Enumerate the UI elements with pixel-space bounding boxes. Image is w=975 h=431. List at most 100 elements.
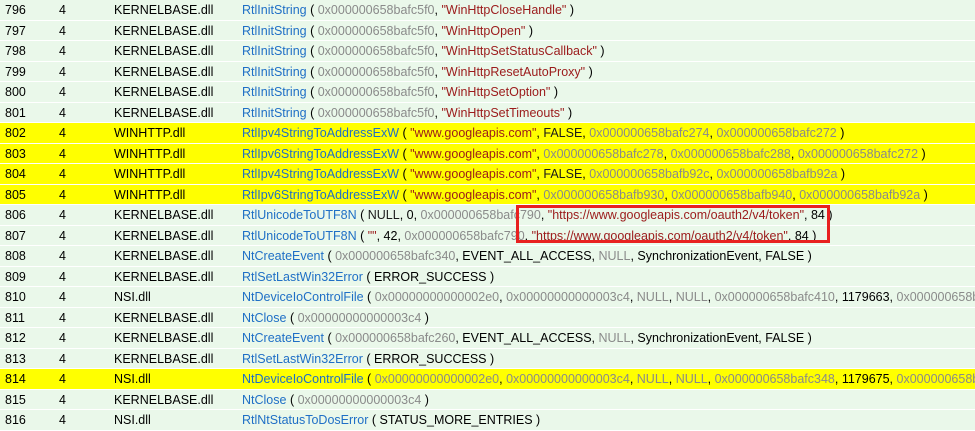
thread-id: 4 [59,392,66,407]
call-token: 0x000000658bafc360 [896,372,975,386]
function-name: NtDeviceIoControlFile [242,290,364,304]
function-name: RtlInitString [242,44,307,58]
thread-id: 4 [59,44,66,58]
call-token: ) [596,44,605,58]
log-row[interactable]: 809 4 KERNELBASE.dll RtlSetLastWin32Error (… [0,266,975,287]
thread-id: 4 [59,249,66,263]
log-row[interactable]: 815 4 KERNELBASE.dll NtClose ( 0x0000000000… [0,389,975,410]
module-name: WINHTTP.dll [114,126,186,140]
call-token: , 1179675, [834,372,897,386]
row-index: 814 [5,372,26,386]
call-token: 0x00000000000003c4 [297,310,422,325]
call-token: ) [566,3,574,17]
call-token: ( ERROR_SUCCESS ) [362,351,495,366]
call-token: ( STATUS_MORE_ENTRIES ) [368,413,541,427]
module-name: KERNELBASE.dll [114,331,214,345]
row-index: 801 [5,105,26,120]
api-call-log: 796 4 KERNELBASE.dll RtlInitString ( 0x0000… [0,0,975,431]
call-token: 0x000000658bafc5f0 [317,23,435,38]
thread-id: 4 [59,105,66,120]
call-token: , SynchronizationEvent, FALSE ) [630,331,812,345]
log-row[interactable]: 801 4 KERNELBASE.dll RtlInitString ( 0x0000… [0,102,975,123]
api-call: RtlIpv6StringToAddressExW ( "www.googlea… [242,185,975,205]
log-row[interactable]: 810 4 NSI.dll NtDeviceIoControlFile ( 0x000… [0,287,975,308]
api-call: NtDeviceIoControlFile ( 0x00000000000002… [242,287,975,307]
call-token: ( [356,208,368,222]
call-token: , [668,372,676,386]
log-row[interactable]: 813 4 KERNELBASE.dll RtlSetLastWin32Error (… [0,348,975,369]
row-index: 813 [5,351,26,366]
call-token: 0x000000658bafb92a [716,167,838,181]
call-token: 0x000000658bafc790 [404,228,525,243]
log-row[interactable]: 806 4 KERNELBASE.dll RtlUnicodeToUTF8N ( NU… [0,205,975,226]
module-name: KERNELBASE.dll [114,228,214,243]
call-token: FALSE [543,167,583,181]
call-token: ( [306,44,318,58]
log-row[interactable]: 811 4 KERNELBASE.dll NtClose ( 0x0000000000… [0,307,975,328]
call-token: 0x000000658bafc278 [543,146,664,161]
function-name: RtlInitString [242,23,307,38]
log-row[interactable]: 814 4 NSI.dll NtDeviceIoControlFile ( 0x000… [0,369,975,390]
log-row[interactable]: 812 4 KERNELBASE.dll NtCreateEvent ( 0x0000… [0,328,975,349]
log-row[interactable]: 804 4 WINHTTP.dll RtlIpv4StringToAddressExW… [0,164,975,185]
log-row[interactable]: 807 4 KERNELBASE.dll RtlUnicodeToUTF8N ( ""… [0,225,975,246]
log-row[interactable]: 798 4 KERNELBASE.dll RtlInitString ( 0x0000… [0,41,975,62]
function-name: NtClose [242,310,287,325]
string-argument: "WinHttpResetAutoProxy" [441,64,586,79]
row-index: 816 [5,413,26,427]
log-row[interactable]: 799 4 KERNELBASE.dll RtlInitString ( 0x0000… [0,61,975,82]
thread-id: 4 [59,126,66,140]
log-row[interactable]: 796 4 KERNELBASE.dll RtlInitString ( 0x0000… [0,0,975,21]
api-call: RtlSetLastWin32Error ( ERROR_SUCCESS ) [242,267,975,287]
call-token: NULL [598,249,631,263]
call-token: ( [306,23,318,38]
module-name: NSI.dll [114,413,151,427]
call-token: 0x000000658bafb92a [799,187,921,202]
call-token: ( [306,85,318,99]
call-token: ) [550,85,559,99]
log-row[interactable]: 808 4 KERNELBASE.dll NtCreateEvent ( 0x0000… [0,246,975,267]
thread-id: 4 [59,413,66,427]
call-token: NULL [675,372,708,386]
module-name: KERNELBASE.dll [114,269,214,284]
call-token: 0x00000000000003c4 [506,372,630,386]
function-name: RtlInitString [242,85,307,99]
call-token: , [790,146,798,161]
module-name: KERNELBASE.dll [114,3,214,17]
log-row[interactable]: 800 4 KERNELBASE.dll RtlInitString ( 0x0000… [0,82,975,103]
module-name: NSI.dll [114,290,151,304]
call-token: 0x000000658bafc272 [716,126,837,140]
function-name: RtlIpv6StringToAddressExW [242,187,400,202]
call-token: 0x000000658bafb940 [671,187,793,202]
module-name: KERNELBASE.dll [114,64,214,79]
call-token: , EVENT_ALL_ACCESS, [455,249,599,263]
api-call: RtlIpv4StringToAddressExW ( "www.googlea… [242,123,975,143]
call-token: , [707,290,715,304]
call-token: ( [323,331,336,345]
log-row[interactable]: 816 4 NSI.dll RtlNtStatusToDosError ( STATU… [0,410,975,431]
string-argument: "https://www.googleapis.com/oauth2/v4/to… [547,208,805,222]
call-token: , [663,146,671,161]
log-row[interactable]: 803 4 WINHTTP.dll RtlIpv6StringToAddressExW… [0,143,975,164]
call-token: NULL [598,331,631,345]
call-token: 0x000000658bafc272 [797,146,919,161]
function-name: NtCreateEvent [242,249,324,263]
log-row[interactable]: 802 4 WINHTTP.dll RtlIpv4StringToAddressExW… [0,123,975,144]
call-token: NULL [367,208,400,222]
api-call: RtlUnicodeToUTF8N ( "", 42, 0x000000658b… [242,226,975,246]
string-argument: "https://www.googleapis.com/oauth2/v4/to… [531,228,788,243]
call-token: 0x000000658bafc5f0 [317,85,435,99]
thread-id: 4 [59,269,66,284]
function-name: RtlSetLastWin32Error [242,269,363,284]
log-row[interactable]: 797 4 KERNELBASE.dll RtlInitString ( 0x0000… [0,20,975,41]
call-token: , 84 ) [787,228,817,243]
call-token: ( [286,392,298,407]
row-index: 805 [5,187,26,202]
log-row[interactable]: 805 4 WINHTTP.dll RtlIpv6StringToAddressExW… [0,184,975,205]
row-index: 803 [5,146,26,161]
thread-id: 4 [59,85,66,99]
string-argument: "" [367,228,377,243]
row-index: 804 [5,167,26,181]
call-token: ( [399,146,411,161]
call-token: , 84 ) [804,208,833,222]
